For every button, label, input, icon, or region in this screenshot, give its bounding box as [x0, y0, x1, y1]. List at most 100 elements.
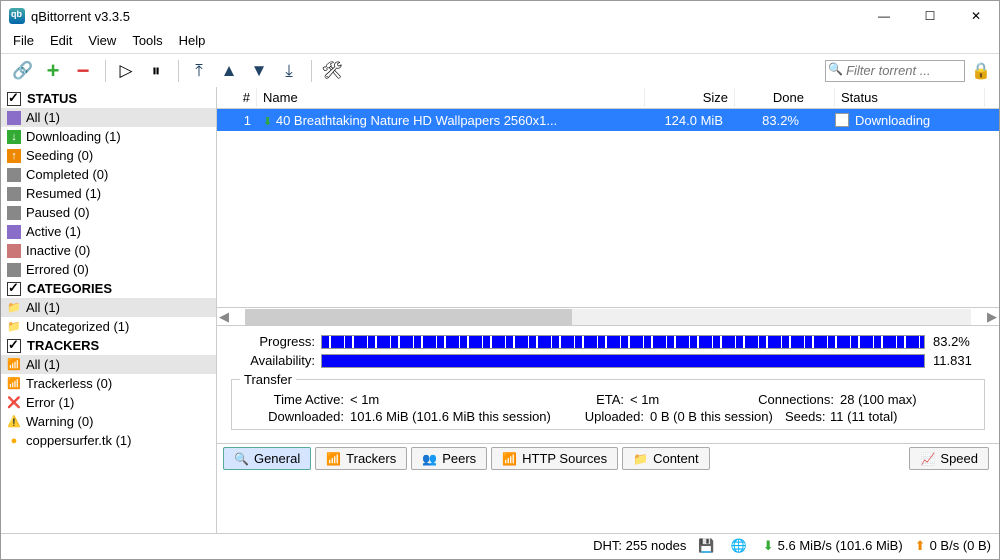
remove-button[interactable]: − — [69, 57, 97, 85]
close-button[interactable]: ✕ — [953, 1, 999, 31]
sidebar-item-downloading[interactable]: ↓Downloading (1) — [1, 127, 216, 146]
toolbar: 🔗 + − ▷ ⏸ ⤒ ▲ ▼ ⤓ 🛠 🔒 — [1, 53, 999, 87]
status-dht: DHT: 255 nodes — [593, 538, 686, 553]
lock-icon[interactable]: 🔒 — [971, 61, 991, 81]
sidebar-item-tracker-host[interactable]: ●coppersurfer.tk (1) — [1, 431, 216, 450]
col-status[interactable]: Status — [835, 88, 985, 107]
transfer-legend: Transfer — [240, 372, 296, 387]
scroll-right-icon[interactable]: ▶ — [985, 309, 999, 325]
status-down: ⬇5.6 MiB/s (101.6 MiB) — [763, 538, 903, 554]
status-disk: 💾 — [698, 538, 718, 554]
progress-bar — [321, 335, 925, 349]
status-icon: ↑ — [7, 149, 21, 163]
filter-input[interactable] — [825, 60, 965, 82]
sidebar-item-seeding[interactable]: ↑Seeding (0) — [1, 146, 216, 165]
sidebar-item-tracker-error[interactable]: ❌Error (1) — [1, 393, 216, 412]
upload-icon: ⬆ — [915, 538, 926, 554]
cell-prog-box — [829, 111, 849, 129]
scroll-thumb[interactable] — [245, 309, 572, 325]
eta-label: ETA: — [580, 392, 630, 407]
tracker-icon: 📶 — [7, 377, 21, 391]
move-top-button[interactable]: ⤒ — [185, 57, 213, 85]
scroll-left-icon[interactable]: ◀ — [217, 309, 231, 325]
add-link-button[interactable]: 🔗 — [9, 57, 37, 85]
tab-general[interactable]: 🔍General — [223, 447, 311, 470]
trackers-section-head[interactable]: TRACKERS — [1, 336, 216, 355]
tab-http[interactable]: 📶HTTP Sources — [491, 447, 618, 470]
add-torrent-button[interactable]: + — [39, 57, 67, 85]
status-icon — [7, 225, 21, 239]
availability-label: Availability: — [231, 353, 321, 368]
status-section-head[interactable]: STATUS — [1, 89, 216, 108]
col-size[interactable]: Size — [645, 88, 735, 107]
details-tabs: 🔍General 📶Trackers 👥Peers 📶HTTP Sources … — [217, 443, 999, 473]
sidebar-item-completed[interactable]: Completed (0) — [1, 165, 216, 184]
content-icon: 📁 — [633, 452, 648, 466]
resume-button[interactable]: ▷ — [112, 57, 140, 85]
speed-icon: 📈 — [920, 452, 935, 466]
move-bottom-button[interactable]: ⤓ — [275, 57, 303, 85]
status-icon — [7, 263, 21, 277]
sidebar-item-inactive[interactable]: Inactive (0) — [1, 241, 216, 260]
downloaded-value: 101.6 MiB (101.6 MiB this session) — [350, 409, 580, 424]
torrent-row[interactable]: 1 ⬇ 40 Breathtaking Nature HD Wallpapers… — [217, 109, 999, 131]
col-num[interactable]: # — [217, 88, 257, 107]
status-icon: ↓ — [7, 130, 21, 144]
sidebar: STATUS All (1) ↓Downloading (1) ↑Seeding… — [1, 87, 217, 533]
separator — [178, 60, 179, 82]
torrent-list[interactable]: 1 ⬇ 40 Breathtaking Nature HD Wallpapers… — [217, 109, 999, 307]
menu-tools[interactable]: Tools — [124, 31, 170, 53]
sidebar-item-errored[interactable]: Errored (0) — [1, 260, 216, 279]
time-active-value: < 1m — [350, 392, 580, 407]
folder-icon: 📁 — [7, 320, 21, 334]
sidebar-item-trackerless[interactable]: 📶Trackerless (0) — [1, 374, 216, 393]
tab-content[interactable]: 📁Content — [622, 447, 710, 470]
cell-done: 83.2% — [729, 111, 829, 130]
move-up-button[interactable]: ▲ — [215, 57, 243, 85]
menu-view[interactable]: View — [80, 31, 124, 53]
status-icon — [7, 187, 21, 201]
availability-value: 11.831 — [925, 353, 985, 368]
sidebar-item-tracker-all[interactable]: 📶All (1) — [1, 355, 216, 374]
pause-button[interactable]: ⏸ — [142, 57, 170, 85]
col-done[interactable]: Done — [735, 88, 835, 107]
move-down-button[interactable]: ▼ — [245, 57, 273, 85]
filter-wrap — [825, 60, 965, 82]
settings-button[interactable]: 🛠 — [318, 57, 346, 85]
connections-value: 28 (100 max) — [840, 392, 917, 407]
sidebar-item-all[interactable]: All (1) — [1, 108, 216, 127]
tab-trackers[interactable]: 📶Trackers — [315, 447, 407, 470]
status-icon — [7, 168, 21, 182]
status-icon — [7, 206, 21, 220]
sidebar-item-tracker-warning[interactable]: ⚠️Warning (0) — [1, 412, 216, 431]
col-name[interactable]: Name — [257, 88, 645, 107]
cell-status: Downloading — [849, 111, 999, 130]
tab-speed[interactable]: 📈Speed — [909, 447, 989, 470]
availability-bar — [321, 354, 925, 368]
net-icon: 🌐 — [731, 538, 747, 554]
maximize-button[interactable]: ☐ — [907, 1, 953, 31]
categories-section-head[interactable]: CATEGORIES — [1, 279, 216, 298]
http-icon: 📶 — [502, 452, 517, 466]
sidebar-item-paused[interactable]: Paused (0) — [1, 203, 216, 222]
horizontal-scrollbar[interactable]: ◀ ▶ — [217, 307, 999, 325]
sidebar-item-category-uncategorized[interactable]: 📁Uncategorized (1) — [1, 317, 216, 336]
cell-size: 124.0 MiB — [639, 111, 729, 130]
seeds-label: Seeds: — [785, 409, 830, 424]
transfer-fieldset: Transfer Time Active: < 1m ETA: < 1m Con… — [231, 372, 985, 430]
checkbox-icon — [7, 339, 21, 353]
progress-label: Progress: — [231, 334, 321, 349]
progress-value: 83.2% — [925, 334, 985, 349]
error-icon: ❌ — [7, 396, 21, 410]
separator — [311, 60, 312, 82]
sidebar-item-resumed[interactable]: Resumed (1) — [1, 184, 216, 203]
sidebar-item-active[interactable]: Active (1) — [1, 222, 216, 241]
warning-icon: ⚠️ — [7, 415, 21, 429]
menu-file[interactable]: File — [5, 31, 42, 53]
menu-edit[interactable]: Edit — [42, 31, 80, 53]
status-icon — [7, 244, 21, 258]
minimize-button[interactable]: — — [861, 1, 907, 31]
menu-help[interactable]: Help — [171, 31, 214, 53]
tab-peers[interactable]: 👥Peers — [411, 447, 487, 470]
sidebar-item-category-all[interactable]: 📁All (1) — [1, 298, 216, 317]
